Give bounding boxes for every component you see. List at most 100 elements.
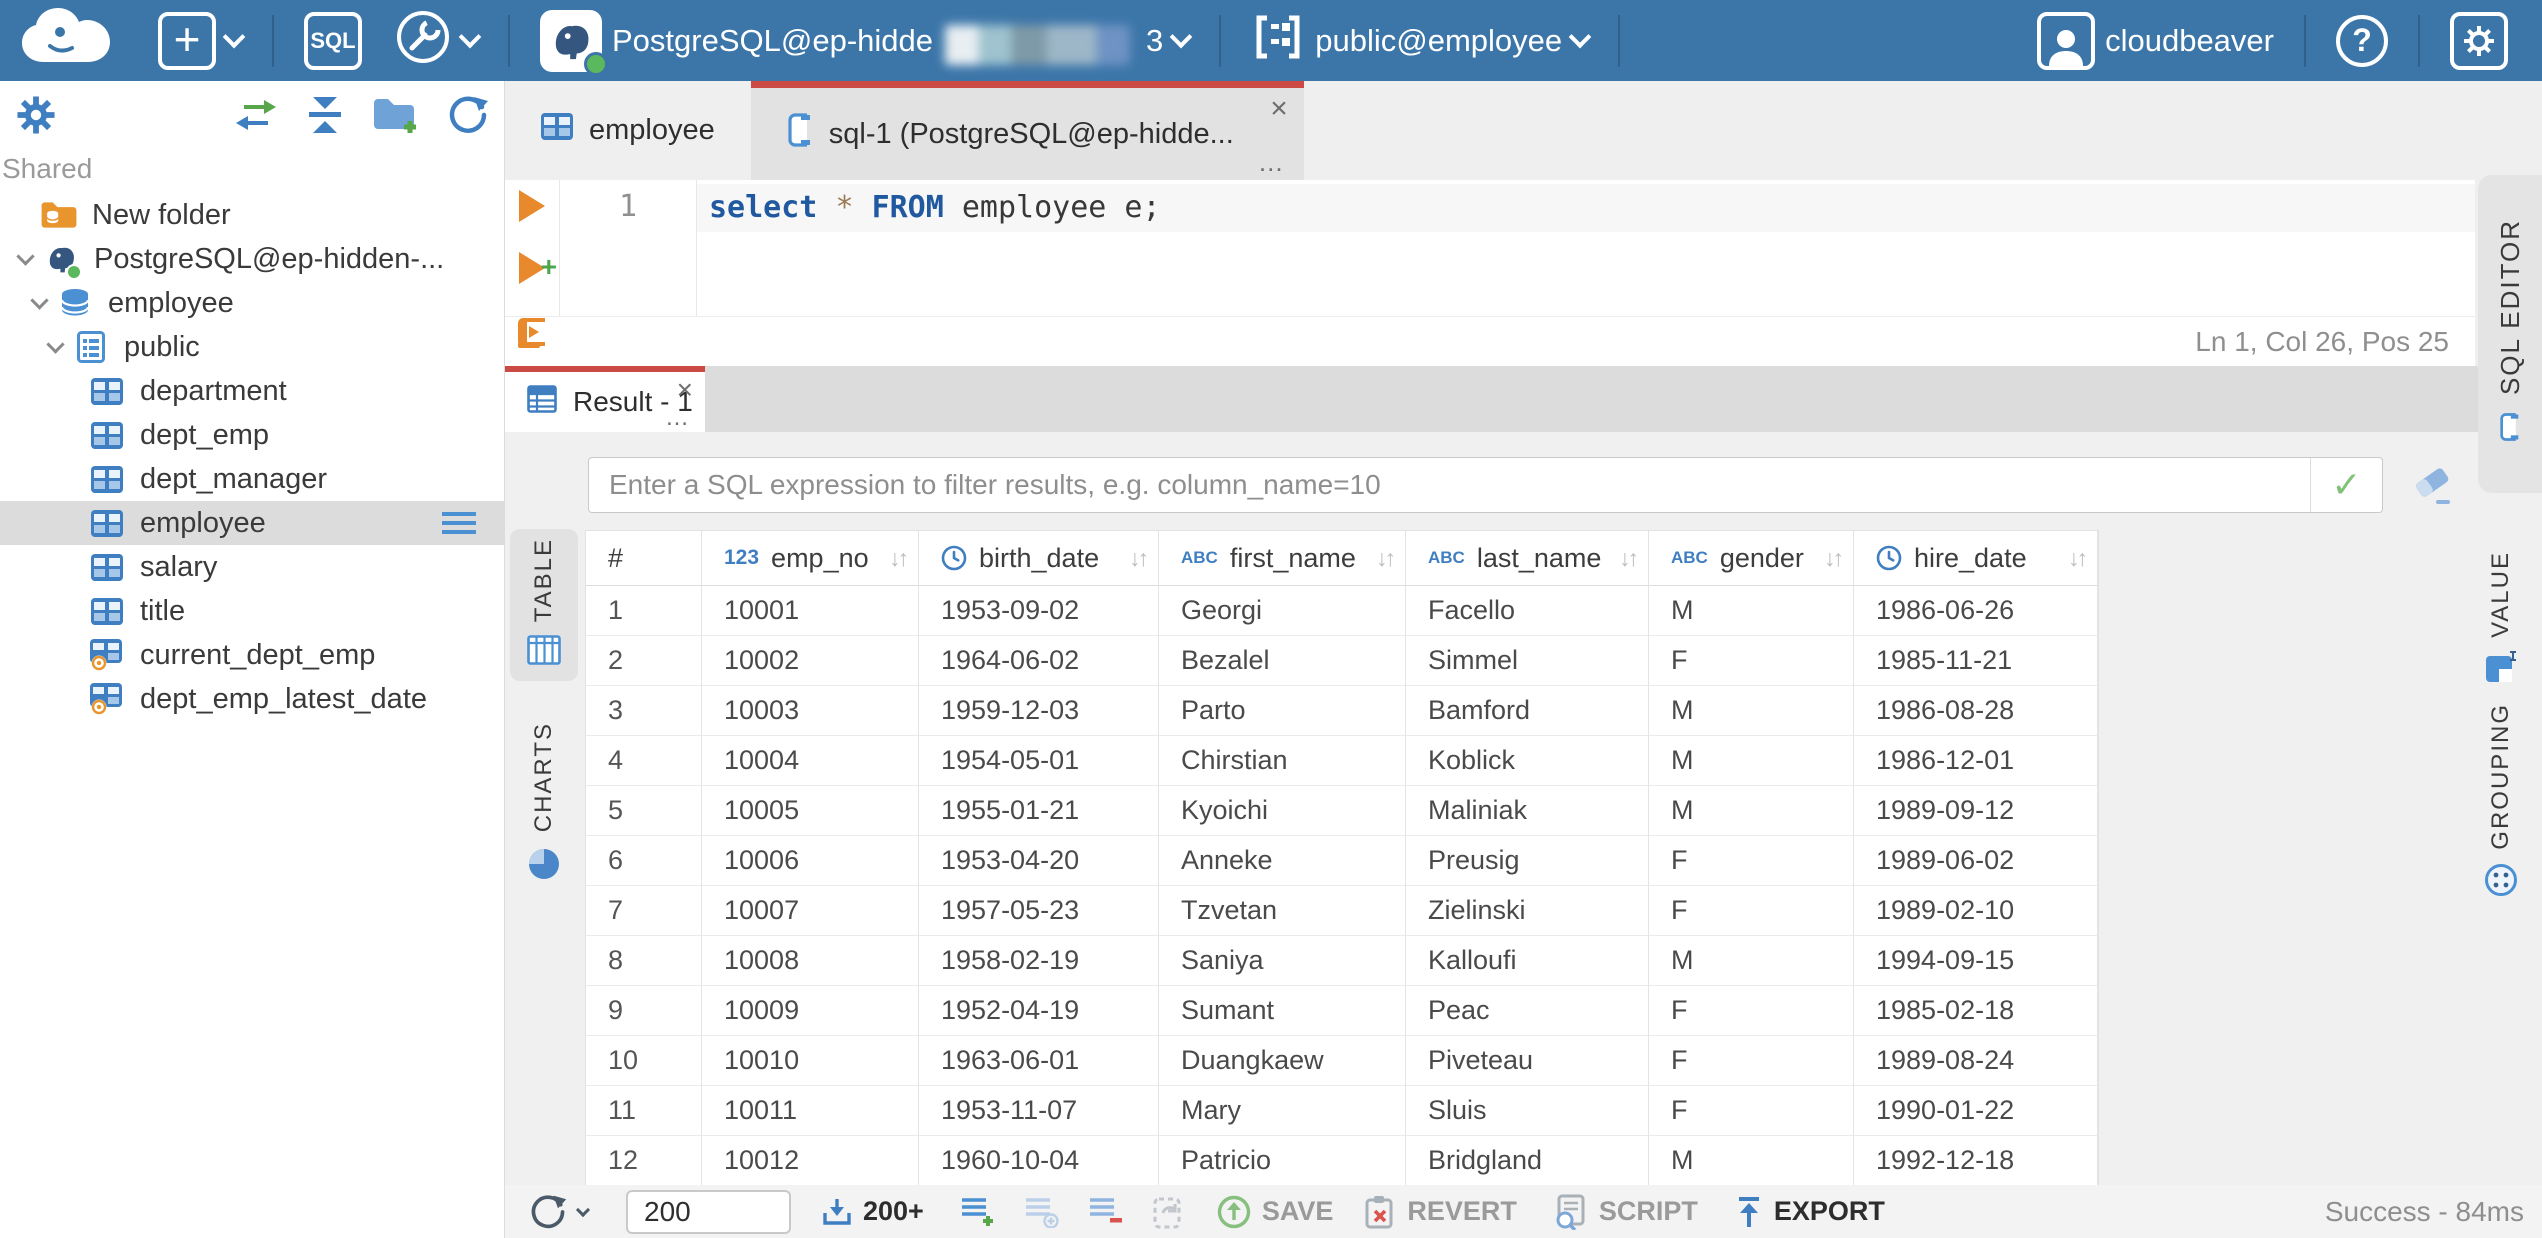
- filter-input[interactable]: [589, 458, 2310, 512]
- grid-cell[interactable]: Patricio: [1159, 1136, 1406, 1186]
- grid-cell[interactable]: 1963-06-01: [919, 1036, 1159, 1086]
- sort-icon[interactable]: ↓↑: [889, 545, 909, 572]
- expand-chevron-icon[interactable]: [8, 246, 42, 266]
- tree-item-database[interactable]: employee: [0, 281, 504, 325]
- apply-changes-button[interactable]: [1152, 1194, 1186, 1230]
- grid-cell[interactable]: 10012: [702, 1136, 919, 1186]
- grid-cell[interactable]: 10006: [702, 836, 919, 886]
- grid-cell[interactable]: 1986-06-26: [1854, 586, 2098, 636]
- sort-icon[interactable]: ↓↑: [2068, 545, 2088, 572]
- expand-chevron-icon[interactable]: [22, 290, 56, 310]
- grid-cell[interactable]: 1985-02-18: [1854, 986, 2098, 1036]
- execute-query-icon[interactable]: [519, 190, 545, 222]
- grid-cell[interactable]: M: [1649, 1136, 1854, 1186]
- tab-employee[interactable]: employee: [505, 81, 751, 180]
- grid-cell[interactable]: F: [1649, 636, 1854, 686]
- tab-sql-editor[interactable]: sql-1 (PostgreSQL@ep-hidde... × …: [750, 81, 1304, 180]
- grid-cell[interactable]: 1994-09-15: [1854, 936, 2098, 986]
- grid-cell[interactable]: 10001: [702, 586, 919, 636]
- grid-cell[interactable]: 1954-05-01: [919, 736, 1159, 786]
- grid-cell[interactable]: 1964-06-02: [919, 636, 1159, 686]
- grid-cell[interactable]: 10004: [702, 736, 919, 786]
- column-header-emp_no[interactable]: 123 emp_no ↓↑: [702, 531, 919, 586]
- open-sql-editor-button[interactable]: SQL: [288, 11, 378, 70]
- grid-cell[interactable]: 1958-02-19: [919, 936, 1159, 986]
- fetch-size-input[interactable]: [626, 1189, 791, 1234]
- tree-item-new-folder[interactable]: New folder: [0, 193, 504, 237]
- tree-item-schema[interactable]: public: [0, 325, 504, 369]
- grid-cell[interactable]: Facello: [1406, 586, 1649, 636]
- grid-cell[interactable]: Maliniak: [1406, 786, 1649, 836]
- sql-editor-side-tab[interactable]: SQL EDITOR: [2478, 175, 2542, 493]
- delete-row-button[interactable]: [1088, 1196, 1124, 1228]
- apply-filter-icon[interactable]: ✓: [2310, 458, 2382, 512]
- refresh-icon[interactable]: [446, 93, 490, 137]
- tab-grouping-panel[interactable]: GROUPING: [2470, 694, 2532, 914]
- grid-cell[interactable]: Preusig: [1406, 836, 1649, 886]
- tab-menu-icon[interactable]: …: [665, 404, 691, 432]
- grid-cell[interactable]: 1989-06-02: [1854, 836, 2098, 886]
- duplicate-row-button[interactable]: [1024, 1196, 1060, 1228]
- grid-cell[interactable]: 1990-01-22: [1854, 1086, 2098, 1136]
- tree-item-view[interactable]: current_dept_emp: [0, 633, 504, 677]
- sort-icon[interactable]: ↓↑: [1376, 545, 1396, 572]
- grid-cell[interactable]: F: [1649, 1036, 1854, 1086]
- grid-cell[interactable]: M: [1649, 936, 1854, 986]
- grid-cell[interactable]: Zielinski: [1406, 886, 1649, 936]
- new-folder-icon[interactable]: [372, 95, 420, 135]
- grid-cell[interactable]: F: [1649, 836, 1854, 886]
- user-menu[interactable]: cloudbeaver: [2021, 11, 2290, 70]
- grid-cell[interactable]: Kalloufi: [1406, 936, 1649, 986]
- help-button[interactable]: ?: [2320, 14, 2404, 67]
- grid-cell[interactable]: 10002: [702, 636, 919, 686]
- save-button[interactable]: SAVE: [1216, 1194, 1333, 1230]
- fetch-more-button[interactable]: 200+: [821, 1196, 924, 1227]
- grid-cell[interactable]: 1959-12-03: [919, 686, 1159, 736]
- grid-cell[interactable]: 1989-02-10: [1854, 886, 2098, 936]
- grid-cell[interactable]: 1957-05-23: [919, 886, 1159, 936]
- grid-cell[interactable]: 10007: [702, 886, 919, 936]
- tab-value-panel[interactable]: VALUE: [2470, 537, 2532, 705]
- grid-cell[interactable]: 1986-12-01: [1854, 736, 2098, 786]
- schema-selector[interactable]: public@employee: [1235, 10, 1604, 71]
- tree-item-table[interactable]: department: [0, 369, 504, 413]
- tree-item-table-selected[interactable]: employee: [0, 501, 504, 545]
- grid-cell[interactable]: F: [1649, 1086, 1854, 1136]
- grid-cell[interactable]: Koblick: [1406, 736, 1649, 786]
- grid-cell[interactable]: Kyoichi: [1159, 786, 1406, 836]
- grid-cell[interactable]: 1953-09-02: [919, 586, 1159, 636]
- sort-icon[interactable]: ↓↑: [1619, 545, 1639, 572]
- grid-cell[interactable]: 10003: [702, 686, 919, 736]
- sync-connection-icon[interactable]: [234, 95, 278, 135]
- grid-cell[interactable]: Piveteau: [1406, 1036, 1649, 1086]
- column-header-birth_date[interactable]: birth_date ↓↑: [919, 531, 1159, 586]
- export-button[interactable]: EXPORT: [1734, 1195, 1885, 1229]
- tab-menu-icon[interactable]: …: [1258, 147, 1286, 178]
- close-icon[interactable]: ×: [1270, 94, 1288, 124]
- column-header-hire_date[interactable]: hire_date ↓↑: [1854, 531, 2098, 586]
- revert-button[interactable]: REVERT: [1363, 1194, 1517, 1230]
- grid-cell[interactable]: Bridgland: [1406, 1136, 1649, 1186]
- tree-item-table[interactable]: dept_emp: [0, 413, 504, 457]
- grid-cell[interactable]: M: [1649, 686, 1854, 736]
- item-menu-icon[interactable]: [442, 512, 476, 539]
- navigator-settings-gear-icon[interactable]: [14, 93, 58, 137]
- expand-chevron-icon[interactable]: [38, 334, 72, 354]
- tab-result-1[interactable]: Result - 1 × …: [505, 366, 705, 432]
- grid-cell[interactable]: 10010: [702, 1036, 919, 1086]
- grid-cell[interactable]: F: [1649, 886, 1854, 936]
- grid-cell[interactable]: 10009: [702, 986, 919, 1036]
- execute-new-tab-icon[interactable]: +: [519, 252, 557, 284]
- grid-cell[interactable]: Chirstian: [1159, 736, 1406, 786]
- column-header-first_name[interactable]: ABC first_name ↓↑: [1159, 531, 1406, 586]
- grid-cell[interactable]: Parto: [1159, 686, 1406, 736]
- add-row-button[interactable]: [960, 1196, 996, 1228]
- grid-cell[interactable]: Tzvetan: [1159, 886, 1406, 936]
- grid-cell[interactable]: M: [1649, 786, 1854, 836]
- tree-item-connection[interactable]: PostgreSQL@ep-hidden-...: [0, 237, 504, 281]
- settings-button[interactable]: [2434, 11, 2524, 70]
- grid-cell[interactable]: Sluis: [1406, 1086, 1649, 1136]
- grid-cell[interactable]: 1992-12-18: [1854, 1136, 2098, 1186]
- tab-charts-view[interactable]: CHARTS: [510, 695, 578, 915]
- grid-cell[interactable]: M: [1649, 736, 1854, 786]
